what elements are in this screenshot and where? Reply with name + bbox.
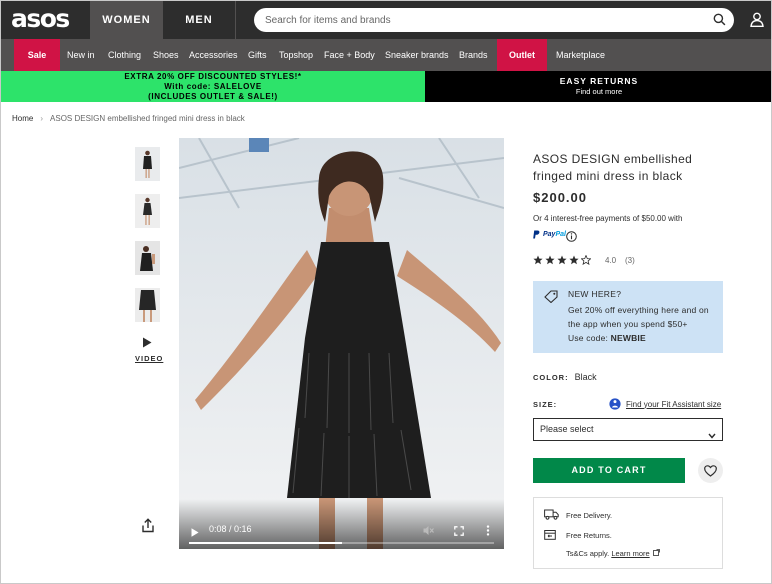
truck-icon: [544, 509, 566, 522]
review-count[interactable]: (3): [625, 256, 635, 265]
discount-banner-line2: With code: SALELOVE: [164, 82, 262, 91]
asos-logo[interactable]: asos: [11, 5, 70, 33]
video-controls: 0:08 / 0:16: [179, 499, 504, 549]
user-account-icon[interactable]: [750, 12, 764, 32]
nav-topshop[interactable]: Topshop: [279, 39, 313, 71]
video-progress-bar[interactable]: [189, 542, 494, 544]
thumbnail-4[interactable]: [135, 288, 160, 322]
nav-sale[interactable]: Sale: [14, 39, 60, 71]
fullscreen-icon[interactable]: [454, 523, 464, 541]
size-select[interactable]: Please select: [533, 418, 723, 441]
product-price: $200.00: [533, 190, 587, 205]
thumbnail-2[interactable]: [135, 194, 160, 228]
terms-row: Ts&Cs apply. Learn more: [544, 549, 660, 558]
tab-women[interactable]: WOMEN: [90, 1, 163, 39]
paypal-text-a: Pay: [543, 231, 556, 238]
nav-outlet[interactable]: Outlet: [497, 39, 547, 71]
nav-clothing[interactable]: Clothing: [108, 39, 141, 71]
installments-text: Or 4 interest-free payments of $50.00 wi…: [533, 214, 683, 223]
breadcrumb-separator: ›: [40, 114, 44, 123]
heart-icon: [704, 464, 717, 477]
thumbnail-3[interactable]: [135, 241, 160, 275]
discount-banner-line1: EXTRA 20% OFF DISCOUNTED STYLES!*: [124, 72, 302, 81]
fit-assistant-text[interactable]: Find your Fit Assistant size: [626, 400, 721, 409]
rating-stars[interactable]: [533, 255, 591, 265]
nav-new-in[interactable]: New in: [67, 39, 95, 71]
mute-icon[interactable]: [423, 523, 434, 541]
nav-brands[interactable]: Brands: [459, 39, 488, 71]
nav-shoes[interactable]: Shoes: [153, 39, 179, 71]
star-filled-icon: [533, 255, 543, 265]
star-filled-icon: [545, 255, 555, 265]
color-value: Black: [574, 372, 597, 382]
nav-sneaker-brands[interactable]: Sneaker brands: [385, 39, 449, 71]
category-nav: Sale New in Clothing Shoes Accessories G…: [1, 39, 771, 71]
product-photo: [179, 138, 504, 549]
discount-banner-line3: (INCLUDES OUTLET & SALE!): [148, 92, 278, 101]
paypal-logo: PayPal: [533, 230, 566, 239]
share-icon[interactable]: [141, 518, 155, 538]
add-to-cart-button[interactable]: ADD TO CART: [533, 458, 685, 483]
breadcrumb-current: ASOS DESIGN embellished fringed mini dre…: [50, 114, 245, 123]
product-title: ASOS DESIGN embellished fringed mini dre…: [533, 152, 693, 183]
nav-gifts[interactable]: Gifts: [248, 39, 267, 71]
tab-men[interactable]: MEN: [163, 1, 236, 39]
size-label: SIZE:: [533, 400, 558, 409]
product-video[interactable]: 0:08 / 0:16: [179, 138, 504, 549]
free-returns-text: Free Returns.: [566, 531, 612, 540]
search-bar: [254, 8, 734, 32]
delivery-row: Free Delivery.: [544, 509, 612, 522]
rating-value: 4.0: [605, 256, 617, 265]
returns-banner[interactable]: EASY RETURNS Find out more: [425, 71, 771, 102]
top-header: asos WOMEN MEN: [1, 1, 771, 39]
size-select-value: Please select: [540, 424, 594, 434]
paypal-icon: [533, 230, 540, 239]
star-filled-icon: [557, 255, 567, 265]
free-delivery-text: Free Delivery.: [566, 511, 613, 520]
tag-icon: [544, 290, 558, 308]
nav-accessories[interactable]: Accessories: [189, 39, 238, 71]
info-icon[interactable]: [566, 229, 577, 247]
search-input[interactable]: [254, 8, 694, 32]
new-customer-promo: NEW HERE? Get 20% off everything here an…: [533, 281, 723, 353]
star-empty-icon: [581, 255, 591, 265]
chevron-down-icon: [708, 426, 716, 447]
play-icon[interactable]: [191, 524, 199, 542]
star-filled-icon: [569, 255, 579, 265]
save-for-later-button[interactable]: [698, 458, 723, 483]
promo-body: Get 20% off everything here and on the a…: [568, 303, 718, 345]
discount-banner[interactable]: EXTRA 20% OFF DISCOUNTED STYLES!* With c…: [1, 71, 425, 102]
video-thumbnail-label[interactable]: VIDEO: [135, 354, 163, 363]
promo-code: NEWBIE: [610, 333, 646, 343]
color-label: COLOR:: [533, 373, 569, 382]
paypal-text-b: Pal: [555, 231, 566, 238]
learn-more-link[interactable]: Learn more: [611, 549, 649, 558]
returns-banner-link[interactable]: Find out more: [425, 87, 771, 96]
nav-face-body[interactable]: Face + Body: [324, 39, 375, 71]
nav-marketplace[interactable]: Marketplace: [556, 39, 605, 71]
promo-code-label: Use code:: [568, 333, 609, 343]
color-row: COLOR: Black: [533, 372, 597, 382]
video-time: 0:08 / 0:16: [209, 524, 252, 534]
search-icon[interactable]: [713, 13, 726, 31]
video-play-icon[interactable]: [142, 335, 152, 353]
returns-box-icon: [544, 529, 566, 542]
video-progress-fill: [189, 542, 342, 544]
breadcrumb-home[interactable]: Home: [12, 114, 33, 123]
more-options-icon[interactable]: [486, 523, 490, 541]
breadcrumb: Home › ASOS DESIGN embellished fringed min…: [12, 114, 245, 123]
returns-banner-title: EASY RETURNS: [559, 76, 639, 86]
fit-assistant-link[interactable]: Find your Fit Assistant size: [609, 398, 721, 410]
thumbnail-1[interactable]: [135, 147, 160, 181]
delivery-info: Free Delivery. Free Returns. Ts&Cs apply…: [533, 497, 723, 569]
promo-body-text: Get 20% off everything here and on the a…: [568, 305, 709, 329]
returns-row: Free Returns.: [544, 529, 612, 542]
terms-text: Ts&Cs apply.: [566, 549, 610, 558]
page: asos WOMEN MEN Sale New in Clothing Shoe…: [0, 0, 772, 584]
external-link-icon: [652, 549, 660, 558]
fit-assistant-icon: [609, 398, 621, 410]
promo-heading: NEW HERE?: [568, 289, 622, 299]
